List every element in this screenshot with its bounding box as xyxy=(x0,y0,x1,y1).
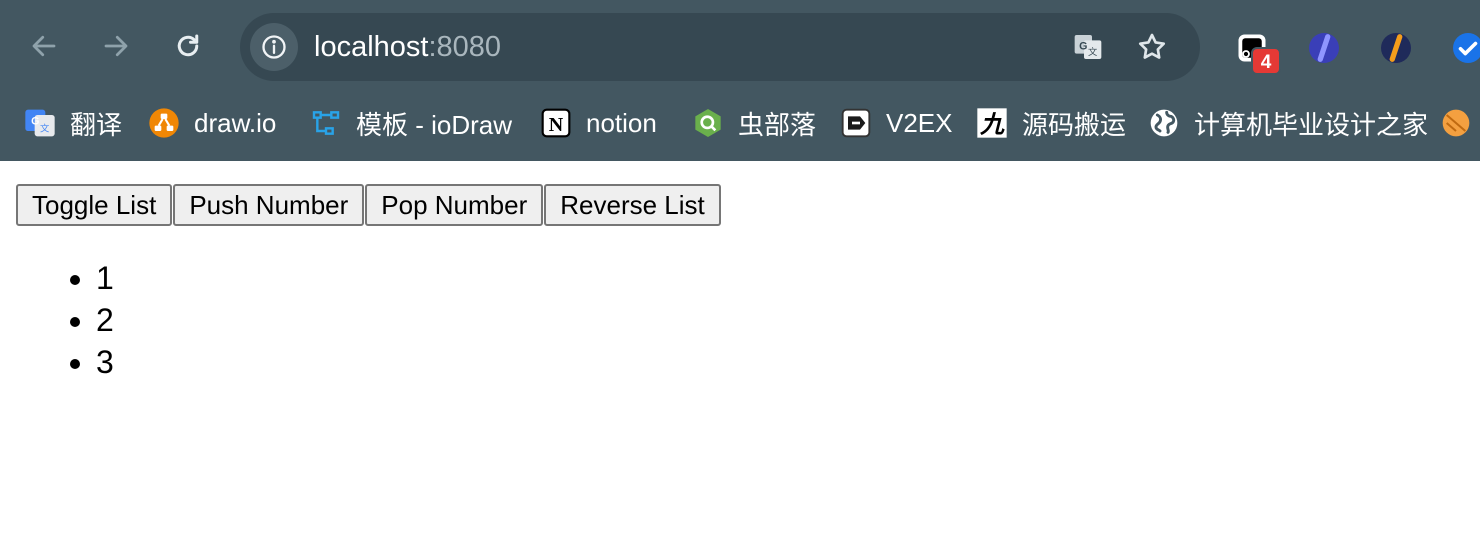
extension-4-button[interactable] xyxy=(1446,26,1480,70)
translate-button[interactable]: G文 xyxy=(1068,27,1108,67)
globe-icon xyxy=(1148,107,1180,139)
bookmark-label: 模板 - ioDraw xyxy=(356,109,513,140)
back-button[interactable] xyxy=(20,22,68,70)
drawio-icon xyxy=(148,107,180,139)
extension-2-button[interactable] xyxy=(1302,26,1346,70)
notion-icon: N xyxy=(540,107,572,139)
google-translate-icon: G文 xyxy=(24,107,56,139)
list-item: 2 xyxy=(96,299,114,341)
bookmark-v2ex[interactable]: V2EX xyxy=(840,100,953,146)
hexagon-search-icon xyxy=(692,107,724,139)
bookmark-fanyi[interactable]: G文 翻译 xyxy=(24,100,122,146)
bookmark-drawio[interactable]: draw.io xyxy=(148,100,276,146)
extension-3-button[interactable] xyxy=(1374,26,1418,70)
bookmark-yuanma[interactable]: 九 源码搬运 xyxy=(976,100,1126,146)
bookmark-star-button[interactable] xyxy=(1132,27,1172,67)
reload-icon xyxy=(177,34,199,57)
arrow-right-icon xyxy=(104,35,128,57)
number-list: 1 2 3 xyxy=(96,257,114,383)
info-icon xyxy=(262,35,286,59)
pop-number-button[interactable]: Pop Number xyxy=(365,184,544,226)
browser-chrome: localhost:8080 G文 4 G文 翻译 draw.io 模板 - i… xyxy=(0,0,1480,161)
svg-text:G: G xyxy=(31,115,39,127)
url-text[interactable]: localhost:8080 xyxy=(314,27,501,67)
star-icon xyxy=(1138,33,1166,59)
translate-icon: G文 xyxy=(1074,35,1102,59)
svg-text:文: 文 xyxy=(40,123,49,135)
reverse-list-button[interactable]: Reverse List xyxy=(544,184,721,226)
orange-ball-icon xyxy=(1440,107,1472,139)
bookmark-label: 源码搬运 xyxy=(1022,109,1127,140)
bookmark-label: notion xyxy=(586,107,657,138)
push-number-button[interactable]: Push Number xyxy=(173,184,365,226)
url-host: localhost xyxy=(314,31,429,63)
browser-toolbar: localhost:8080 G文 4 xyxy=(0,0,1480,94)
bookmark-iodraw[interactable]: 模板 - ioDraw xyxy=(310,100,512,146)
button-row: Toggle List Push Number Pop Number Rever… xyxy=(16,184,722,226)
forward-button[interactable] xyxy=(92,22,140,70)
bookmark-jisuanji[interactable]: 计算机毕业设计之家 xyxy=(1148,100,1428,146)
bookmark-chongbuluo[interactable]: 虫部落 xyxy=(692,100,816,146)
bookmark-label: V2EX xyxy=(886,107,953,138)
v2ex-icon xyxy=(840,107,872,139)
extension-badge: 4 xyxy=(1251,47,1281,75)
page-content: Toggle List Push Number Pop Number Rever… xyxy=(0,161,1480,556)
arrow-left-icon xyxy=(32,35,56,57)
address-bar[interactable]: localhost:8080 G文 xyxy=(240,13,1200,81)
site-info-button[interactable] xyxy=(250,23,298,71)
url-port: :8080 xyxy=(428,31,502,63)
nine-glyph-icon: 九 xyxy=(976,107,1008,139)
slash-logo-icon xyxy=(1309,33,1339,63)
diagram-nodes-icon xyxy=(310,107,342,139)
bookmark-overflow[interactable] xyxy=(1440,100,1480,146)
svg-text:文: 文 xyxy=(1088,46,1097,58)
bookmark-label: 计算机毕业设计之家 xyxy=(1194,109,1429,140)
list-item: 3 xyxy=(96,341,114,383)
svg-text:G: G xyxy=(1079,41,1087,53)
reload-button[interactable] xyxy=(164,22,212,70)
svg-text:N: N xyxy=(549,114,564,136)
bookmarks-bar: G文 翻译 draw.io 模板 - ioDraw N notion 虫部落 V… xyxy=(0,100,1480,146)
list-item: 1 xyxy=(96,257,114,299)
bookmark-label: draw.io xyxy=(194,107,277,138)
check-circle-icon xyxy=(1453,33,1480,63)
toggle-list-button[interactable]: Toggle List xyxy=(16,184,173,226)
swirl-logo-icon xyxy=(1381,33,1411,63)
bookmark-notion[interactable]: N notion xyxy=(540,100,657,146)
bookmark-label: 翻译 xyxy=(70,109,123,140)
bookmark-label: 虫部落 xyxy=(738,109,817,140)
svg-text:九: 九 xyxy=(979,109,1005,138)
